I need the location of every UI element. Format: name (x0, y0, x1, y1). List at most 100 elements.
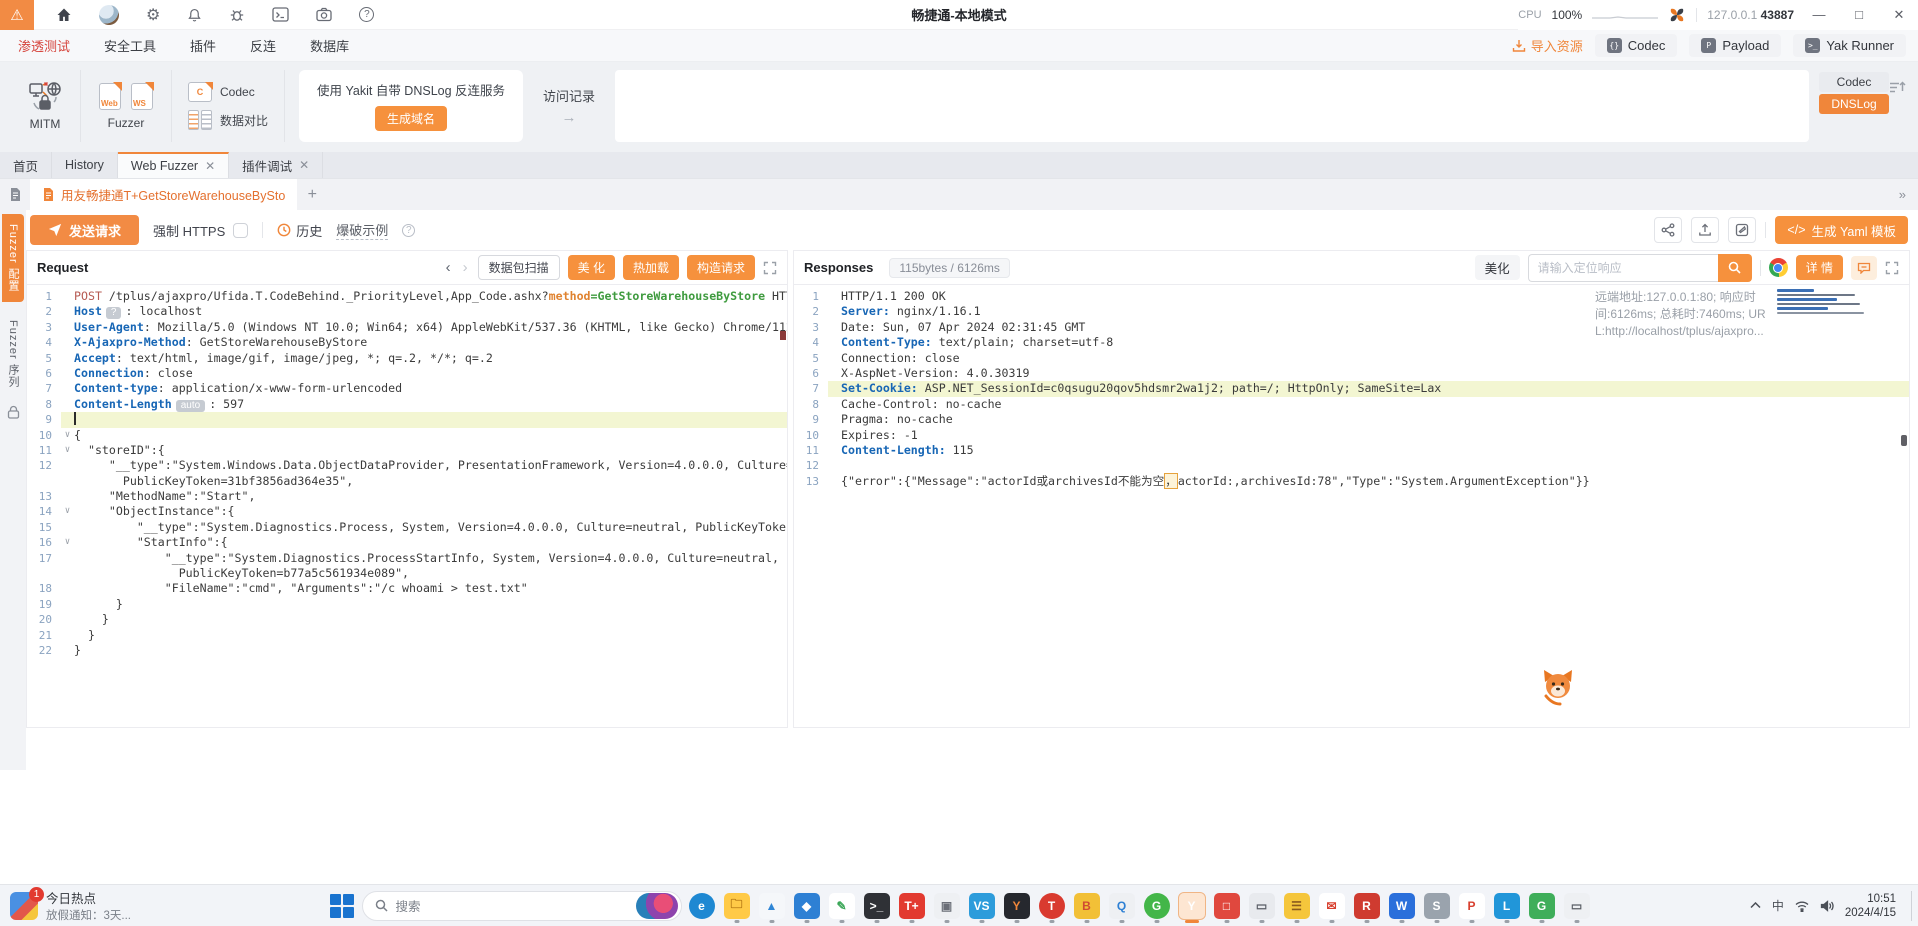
scrollbar-thumb[interactable] (1901, 435, 1907, 446)
bug-icon[interactable] (229, 7, 245, 23)
code-line[interactable]: 11Content-Length: 115 (794, 443, 1909, 458)
code-line[interactable]: 9Pragma: no-cache (794, 412, 1909, 427)
compare-entry[interactable]: 数据对比 (188, 110, 268, 130)
gear-icon[interactable]: ⚙ (146, 5, 160, 25)
visit-record[interactable]: 访问记录 → (523, 70, 615, 142)
code-line[interactable]: 18 "FileName":"cmd", "Arguments":"/c who… (27, 581, 787, 596)
beautify-button[interactable]: 美 化 (568, 255, 615, 280)
avatar[interactable] (99, 5, 119, 25)
next-page-icon[interactable]: › (461, 259, 470, 276)
code-line[interactable]: 8Cache-Control: no-cache (794, 397, 1909, 412)
taskbar-icon-display-app[interactable]: ▭ (1249, 893, 1275, 919)
help-icon[interactable]: ? (359, 7, 374, 22)
codec-entry[interactable]: CCodec (188, 82, 268, 102)
taskbar-icon-yakit[interactable]: Y (1179, 893, 1205, 919)
fold-icon[interactable]: ∨ (61, 443, 74, 458)
code-line[interactable]: 16∨ "StartInfo":{ (27, 535, 787, 550)
taskbar-icon-edge[interactable]: e (689, 893, 715, 919)
add-subtab-button[interactable]: + (297, 179, 327, 210)
fuzzer-sequence-vertical-tab[interactable]: Fuzzer 序列 (5, 316, 21, 392)
detail-button[interactable]: 详 情 (1796, 255, 1843, 280)
hot-reload-button[interactable]: 热加载 (623, 255, 679, 280)
news-widget[interactable]: 1 今日热点 放假通知：3天... (10, 888, 131, 923)
response-beautify-button[interactable]: 美化 (1475, 255, 1520, 280)
code-line[interactable]: 19 } (27, 597, 787, 612)
taskbar-icon-pc-manager[interactable]: ◆ (794, 893, 820, 919)
taskbar-icon-yakit-dark[interactable]: Y (1004, 893, 1030, 919)
taskbar-icon-package-app[interactable]: B (1074, 893, 1100, 919)
fuzzer-config-vertical-tab[interactable]: Fuzzer 配置 (2, 214, 24, 302)
code-line[interactable]: 9 (27, 412, 787, 427)
code-line[interactable]: 12 (794, 458, 1909, 473)
construct-request-button[interactable]: 构造请求 (687, 255, 755, 280)
tab-web-fuzzer[interactable]: Web Fuzzer✕ (118, 152, 229, 178)
code-line[interactable]: 20 } (27, 612, 787, 627)
generate-yaml-button[interactable]: </>生成 Yaml 模板 (1775, 216, 1908, 244)
code-line[interactable]: 6X-AspNet-Version: 4.0.30319 (794, 366, 1909, 381)
import-resource-button[interactable]: 导入资源 (1512, 36, 1583, 55)
side-tab-codec[interactable]: Codec (1819, 72, 1889, 92)
volume-icon[interactable] (1820, 900, 1834, 912)
code-line[interactable]: 5Connection: close (794, 351, 1909, 366)
app-logo-warning-icon[interactable]: ⚠ (0, 0, 34, 30)
show-desktop-button[interactable] (1911, 891, 1912, 921)
taskbar-icon-yellow-app[interactable]: ☰ (1284, 893, 1310, 919)
taskbar-icon-photos[interactable]: ▲ (759, 893, 785, 919)
generate-domain-button[interactable]: 生成域名 (375, 106, 447, 131)
pinwheel-icon[interactable] (1668, 6, 1686, 24)
start-button[interactable] (329, 893, 355, 919)
response-search-input[interactable] (1528, 254, 1718, 282)
code-line[interactable]: 13 "MethodName":"Start", (27, 489, 787, 504)
more-subtabs-icon[interactable]: » (1899, 179, 1918, 210)
payload-button[interactable]: PPayload (1689, 34, 1781, 57)
code-line[interactable]: 10Expires: -1 (794, 428, 1909, 443)
code-line[interactable]: 1POST /tplus/ajaxpro/Ufida.T.CodeBehind.… (27, 289, 787, 304)
code-line[interactable]: 4X-Ajaxpro-Method: GetStoreWarehouseBySt… (27, 335, 787, 350)
code-line[interactable]: 6Connection: close (27, 366, 787, 381)
code-line[interactable]: 15 "__type":"System.Diagnostics.Process,… (27, 520, 787, 535)
taskbar-icon-search-app[interactable]: Q (1109, 893, 1135, 919)
tab-home[interactable]: 首页 (0, 152, 52, 178)
maximize-button[interactable]: □ (1844, 0, 1874, 30)
taskbar-icon-pin-app[interactable]: P (1459, 893, 1485, 919)
taskbar-icon-tplus[interactable]: T+ (899, 893, 925, 919)
screenshot-icon[interactable] (316, 7, 332, 22)
code-line[interactable]: 21 } (27, 628, 787, 643)
code-line[interactable]: 7Content-type: application/x-www-form-ur… (27, 381, 787, 396)
code-line[interactable]: 8Content-Lengthauto: 597 (27, 397, 787, 412)
fold-icon[interactable]: ∨ (61, 535, 74, 550)
minimize-button[interactable]: — (1804, 0, 1834, 30)
menu-reverse[interactable]: 反连 (250, 36, 276, 55)
close-icon[interactable]: ✕ (205, 159, 215, 173)
code-line[interactable]: 5Accept: text/html, image/gif, image/jpe… (27, 351, 787, 366)
response-editor[interactable]: 1HTTP/1.1 200 OK2Server: nginx/1.16.13Da… (794, 285, 1909, 727)
code-line[interactable]: 11∨ "storeID":{ (27, 443, 787, 458)
edit-button[interactable] (1728, 217, 1756, 243)
request-editor[interactable]: 1POST /tplus/ajaxpro/Ufida.T.CodeBehind.… (27, 285, 787, 727)
packet-scan-button[interactable]: 数据包扫描 (478, 255, 560, 280)
blast-help-icon[interactable]: ? (402, 224, 415, 237)
taskbar-icon-green-app[interactable]: G (1144, 893, 1170, 919)
menu-pentest[interactable]: 渗透测试 (18, 36, 70, 55)
taskbar-icon-task-view[interactable]: ▣ (934, 893, 960, 919)
code-line[interactable]: 2Host?: localhost (27, 304, 787, 319)
taskbar-icon-green-app-2[interactable]: G (1529, 893, 1555, 919)
taskbar-search[interactable]: 搜索 (362, 891, 682, 921)
code-line[interactable]: 14∨ "ObjectInstance":{ (27, 504, 787, 519)
fullscreen-icon[interactable] (1885, 261, 1899, 275)
menu-database[interactable]: 数据库 (310, 36, 349, 55)
search-button[interactable] (1718, 254, 1752, 282)
code-line[interactable]: 7Set-Cookie: ASP.NET_SessionId=c0qsugu20… (794, 381, 1909, 396)
taskbar-icon-blue-app-2[interactable]: L (1494, 893, 1520, 919)
fold-icon[interactable]: ∨ (61, 504, 74, 519)
code-line[interactable]: 22} (27, 643, 787, 658)
taskbar-icon-blue-app[interactable]: W (1389, 893, 1415, 919)
fuzzer-entry[interactable]: Web WS Fuzzer (81, 70, 172, 142)
code-line[interactable]: 12 "__type":"System.Windows.Data.ObjectD… (27, 458, 787, 473)
subtab-pin-icon[interactable] (0, 179, 30, 210)
code-line[interactable]: PublicKeyToken=b77a5c561934e089", (27, 566, 787, 581)
menu-plugins[interactable]: 插件 (190, 36, 216, 55)
blast-example-link[interactable]: 爆破示例 (336, 220, 388, 240)
codec-button[interactable]: {}Codec (1595, 34, 1678, 57)
taskbar-icon-notes[interactable]: ✎ (829, 893, 855, 919)
